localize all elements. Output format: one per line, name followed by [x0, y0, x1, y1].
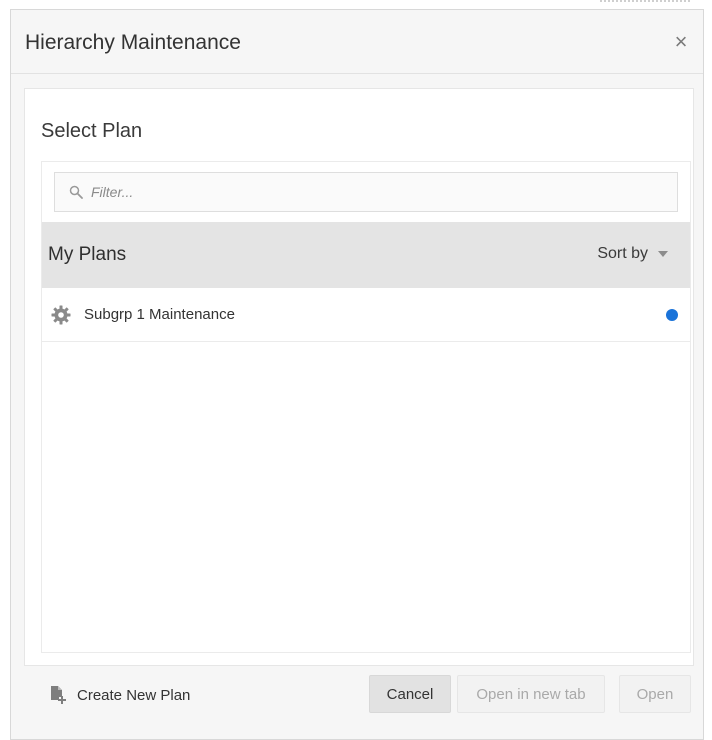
plan-list-box: My Plans Sort by: [41, 161, 691, 653]
open-in-new-tab-button[interactable]: Open in new tab: [457, 675, 605, 713]
cancel-button[interactable]: Cancel: [369, 675, 451, 713]
gear-icon: [50, 304, 72, 326]
chevron-down-icon: [658, 251, 668, 257]
plan-list-item[interactable]: Subgrp 1 Maintenance: [42, 288, 690, 342]
window-edge-dots: [600, 0, 690, 4]
dialog-footer: Create New Plan Cancel Open in new tab O…: [11, 670, 703, 740]
open-button[interactable]: Open: [619, 675, 691, 713]
my-plans-header: My Plans Sort by: [42, 222, 690, 288]
my-plans-title: My Plans: [48, 244, 127, 265]
close-button[interactable]: ×: [669, 30, 693, 54]
sort-by-label: Sort by: [597, 245, 648, 262]
select-plan-panel: Select Plan My Plans Sort by: [24, 88, 694, 666]
plan-name: Subgrp 1 Maintenance: [84, 306, 235, 323]
dialog-header: Hierarchy Maintenance ×: [11, 10, 703, 74]
create-new-plan-label: Create New Plan: [77, 686, 191, 704]
sort-by-dropdown[interactable]: Sort by: [597, 245, 668, 263]
filter-input[interactable]: [91, 177, 651, 207]
close-icon: ×: [674, 29, 688, 54]
new-document-icon: [47, 684, 69, 706]
search-icon: [65, 181, 87, 203]
status-dot: [666, 309, 678, 321]
hierarchy-maintenance-dialog: Hierarchy Maintenance × Select Plan My P…: [10, 9, 704, 740]
create-new-plan-button[interactable]: Create New Plan: [47, 682, 190, 708]
section-title: Select Plan: [41, 120, 143, 142]
dialog-title: Hierarchy Maintenance: [25, 31, 241, 54]
filter-field[interactable]: [54, 172, 678, 212]
